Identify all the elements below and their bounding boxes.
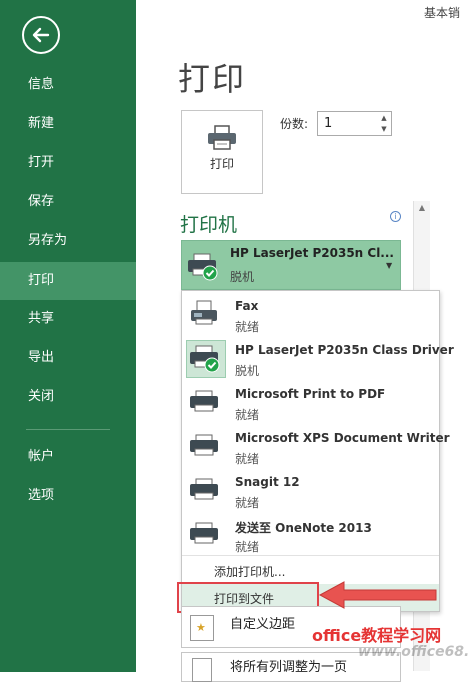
print-button[interactable]: 打印 [181,110,263,194]
printer-option-status: 就绪 [235,408,260,422]
selected-printer-name: HP LaserJet P2035n Cl... [230,246,394,260]
printer-ready-icon [186,251,220,285]
nav-new[interactable]: 新建 [0,105,136,143]
printer-option-snagit[interactable]: Snagit 12 就绪 [182,469,439,513]
printer-icon [188,475,222,509]
nav-share[interactable]: 共享 [0,300,136,338]
nav-account[interactable]: 帐户 [0,438,136,476]
printer-dropdown: Fax 就绪 HP LaserJet P2035n Class Driver 脱… [181,290,454,612]
printer-option-microsoft-xps-writer[interactable]: Microsoft XPS Document Writer 就绪 [182,425,450,469]
backstage-sidebar: 信息 新建 打开 保存 另存为 打印 共享 导出 关闭 帐户 选项 [0,0,136,672]
scaling-label: 将所有列调整为一页 [230,660,348,675]
printer-option-status: 就绪 [235,320,260,334]
printer-option-microsoft-print-to-pdf[interactable]: Microsoft Print to PDF 就绪 [182,381,439,425]
printer-option-status: 脱机 [235,364,260,378]
printer-icon [188,431,222,465]
back-button[interactable] [22,16,60,54]
nav-save-as[interactable]: 另存为 [0,222,136,260]
nav-divider [26,429,110,430]
info-icon[interactable]: i [390,211,401,222]
add-printer-link[interactable]: 添加打印机... [214,563,285,580]
printer-option-name: HP LaserJet P2035n Class Driver [235,343,454,357]
dropdown-divider [182,555,439,556]
printer-option-name: Snagit 12 [235,475,300,489]
printer-option-name: Microsoft Print to PDF [235,387,386,401]
printer-option-name: Fax [235,299,259,313]
watermark-text: office教程学习网 [312,626,442,645]
custom-margins-icon: ★ [190,615,214,641]
print-button-label: 打印 [209,157,234,171]
scroll-up-arrow-icon[interactable]: ▲ [414,203,430,217]
selected-printer-status: 脱机 [230,270,255,284]
back-arrow-icon [32,27,50,43]
printer-select[interactable]: HP LaserJet P2035n Cl... 脱机 ▼ [181,240,401,290]
star-icon: ★ [196,621,206,634]
printer-option-onenote[interactable]: 发送至 OneNote 2013 就绪 [182,513,439,557]
printer-option-status: 就绪 [235,496,260,510]
nav-open[interactable]: 打开 [0,144,136,182]
margins-label: 自定义边距 [230,617,296,632]
nav-info[interactable]: 信息 [0,66,136,104]
nav-save[interactable]: 保存 [0,183,136,221]
printer-section-heading: 打印机 [180,214,238,236]
nav-options[interactable]: 选项 [0,477,136,515]
window-title: 基本销 [423,6,460,20]
printer-icon [208,125,236,150]
nav-export[interactable]: 导出 [0,339,136,377]
printer-option-hp-laserjet[interactable]: HP LaserJet P2035n Class Driver 脱机 [182,337,454,381]
printer-option-status: 就绪 [235,452,260,466]
printer-option-fax[interactable]: Fax 就绪 [182,293,439,337]
chevron-down-icon: ▼ [386,261,393,270]
printer-option-name: 发送至 OneNote 2013 [235,521,372,535]
watermark-url: www.office68.com [358,644,468,660]
nav-print[interactable]: 打印 [0,262,136,300]
fax-icon [188,299,222,333]
nav-close[interactable]: 关闭 [0,378,136,416]
printer-ready-icon [188,343,222,377]
page-title: 打印 [178,60,247,98]
copies-label: 份数: [280,117,309,131]
annotation-arrow-icon [318,581,437,609]
scaling-icon [192,658,212,682]
printer-icon [188,387,222,421]
printer-icon [188,519,222,553]
copies-decrement-button[interactable]: ▼ [378,125,390,136]
printer-option-status: 就绪 [235,540,260,554]
printer-option-name: Microsoft XPS Document Writer [235,431,450,445]
copies-increment-button[interactable]: ▲ [378,114,390,125]
